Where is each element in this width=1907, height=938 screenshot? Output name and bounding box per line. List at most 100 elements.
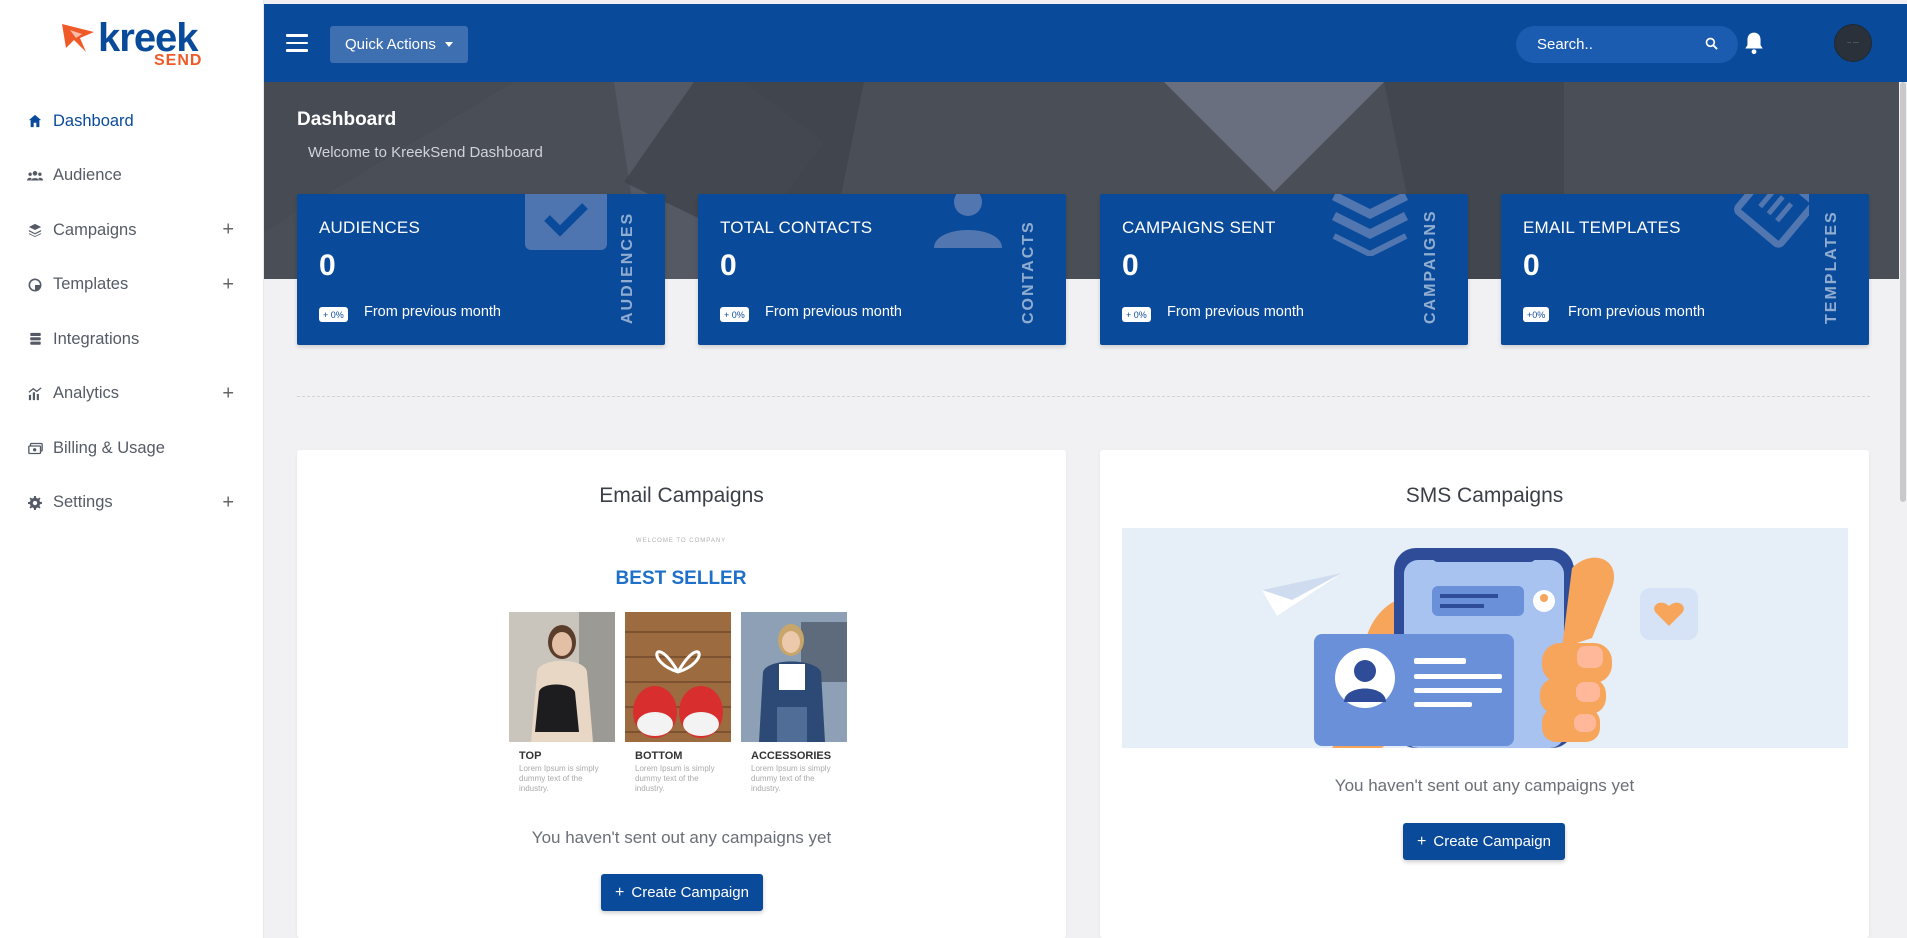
panel-title: Email Campaigns <box>599 484 764 507</box>
product-description: Lorem Ipsum is simply dummy text of the … <box>635 764 715 793</box>
caret-down-icon <box>444 42 453 47</box>
layers-icon <box>27 222 43 238</box>
search-placeholder: Search.. <box>1537 36 1593 53</box>
plus-icon: + <box>615 883 625 901</box>
menu-toggle-icon[interactable] <box>286 34 308 52</box>
quick-actions-dropdown[interactable]: Quick Actions <box>330 26 468 63</box>
stat-change-badge: + 0% <box>720 307 749 322</box>
checkmark-icon <box>525 194 607 250</box>
stat-title: TOTAL CONTACTS <box>720 218 873 237</box>
stat-card-templates[interactable]: EMAIL TEMPLATES 0 +0% From previous mont… <box>1501 194 1869 345</box>
product-label: ACCESSORIES <box>751 750 832 762</box>
sidebar-item-label: Dashboard <box>53 111 134 130</box>
email-campaigns-panel: Email Campaigns WELCOME TO COMPANY BEST … <box>297 450 1066 938</box>
product-image-bottom <box>625 612 731 742</box>
users-icon <box>27 168 43 184</box>
promo-headline: BEST SELLER <box>615 568 747 589</box>
stat-vertical-label: CONTACTS <box>1020 220 1037 324</box>
sidebar-item-integrations[interactable]: Integrations <box>0 312 264 367</box>
create-sms-campaign-button[interactable]: + Create Campaign <box>1403 823 1565 860</box>
page-scrollbar[interactable] <box>1899 82 1907 938</box>
sms-illustration <box>1122 528 1848 748</box>
empty-state-text: You haven't sent out any campaigns yet <box>531 828 832 847</box>
notification-bell-icon[interactable] <box>1743 31 1765 55</box>
stat-card-audiences[interactable]: AUDIENCES 0 + 0% From previous month AUD… <box>297 194 665 345</box>
product-description: Lorem Ipsum is simply dummy text of the … <box>519 764 599 793</box>
sidebar-item-label: Audience <box>53 166 122 185</box>
stat-title: CAMPAIGNS SENT <box>1122 218 1276 237</box>
expand-icon[interactable]: + <box>222 382 234 405</box>
sidebar-item-settings[interactable]: Settings + <box>0 476 264 531</box>
product-description: Lorem Ipsum is simply dummy text of the … <box>751 764 831 793</box>
search-input[interactable]: Search.. <box>1516 26 1738 63</box>
layers-stack-icon <box>1331 194 1409 256</box>
scrollbar-thumb[interactable] <box>1900 82 1906 502</box>
page-subtitle: Welcome to KreekSend Dashboard <box>308 144 543 161</box>
user-avatar[interactable]: -- --- <box>1834 24 1872 62</box>
expand-icon[interactable]: + <box>222 219 234 242</box>
money-icon <box>27 440 43 456</box>
stat-footnote: From previous month <box>364 304 501 320</box>
sidebar-item-analytics[interactable]: Analytics + <box>0 367 264 422</box>
stat-change-badge: + 0% <box>319 307 348 322</box>
promo-welcome: WELCOME TO COMPANY <box>635 538 727 544</box>
stat-card-campaigns[interactable]: CAMPAIGNS SENT 0 + 0% From previous mont… <box>1100 194 1468 345</box>
panel-title: SMS Campaigns <box>1405 484 1564 507</box>
email-template-preview: WELCOME TO COMPANY BEST SELLER TOP BOTTO… <box>499 532 863 807</box>
sidebar-item-campaigns[interactable]: Campaigns + <box>0 203 264 258</box>
search-icon[interactable] <box>1705 37 1718 50</box>
section-divider <box>297 396 1870 397</box>
sidebar-item-label: Settings <box>53 493 113 512</box>
home-icon <box>27 113 43 129</box>
sidebar-item-billing[interactable]: Billing & Usage <box>0 421 264 476</box>
button-label: Create Campaign <box>631 884 749 901</box>
brand-sub: SEND <box>154 52 203 69</box>
expand-icon[interactable]: + <box>222 273 234 296</box>
sidebar-item-label: Billing & Usage <box>53 438 165 457</box>
chart-icon <box>27 386 43 402</box>
stat-value: 0 <box>1523 249 1540 282</box>
avatar-text: -- --- <box>1847 40 1859 46</box>
stat-footnote: From previous month <box>1568 304 1705 320</box>
stat-card-contacts[interactable]: TOTAL CONTACTS 0 + 0% From previous mont… <box>698 194 1066 345</box>
sidebar-item-label: Campaigns <box>53 220 137 239</box>
stat-value: 0 <box>720 249 737 282</box>
sidebar-item-label: Analytics <box>53 384 120 403</box>
expand-icon[interactable]: + <box>222 491 234 514</box>
product-image-top <box>509 612 615 742</box>
person-icon <box>934 194 1002 248</box>
product-image-accessories <box>741 612 847 742</box>
gear-icon <box>27 495 43 511</box>
sidebar-item-audience[interactable]: Audience <box>0 149 264 204</box>
sidebar-item-label: Templates <box>53 275 129 294</box>
stat-value: 0 <box>319 249 336 282</box>
palette-icon <box>27 277 43 293</box>
stack-icon <box>27 331 43 347</box>
brand-logo[interactable]: kreek SEND <box>60 16 210 74</box>
stat-footnote: From previous month <box>765 304 902 320</box>
page-title: Dashboard <box>297 109 397 130</box>
button-label: Create Campaign <box>1433 833 1551 850</box>
stat-title: AUDIENCES <box>319 218 420 237</box>
stat-vertical-label: AUDIENCES <box>619 211 636 324</box>
product-label: TOP <box>519 750 542 762</box>
plus-icon: + <box>1417 832 1427 850</box>
stat-footnote: From previous month <box>1167 304 1304 320</box>
kreek-logo-mark-icon <box>62 24 94 52</box>
stat-title: EMAIL TEMPLATES <box>1523 218 1681 237</box>
stat-value: 0 <box>1122 249 1139 282</box>
stat-change-badge: + 0% <box>1122 307 1151 322</box>
stat-vertical-label: CAMPAIGNS <box>1422 209 1439 324</box>
sidebar-item-label: Integrations <box>53 329 140 348</box>
sidebar-item-templates[interactable]: Templates + <box>0 258 264 313</box>
top-bar: Quick Actions Search.. -- --- <box>264 4 1907 82</box>
sms-campaigns-panel: SMS Campaigns You haven't sent out any c… <box>1100 450 1869 938</box>
sidebar: kreek SEND Dashboard Audience Campaigns … <box>0 0 264 938</box>
sidebar-item-dashboard[interactable]: Dashboard <box>0 94 264 149</box>
empty-state-text: You haven't sent out any campaigns yet <box>1334 776 1635 795</box>
product-label: BOTTOM <box>635 750 683 762</box>
template-icon <box>1734 194 1809 248</box>
sidebar-nav: Dashboard Audience Campaigns + Templates… <box>0 94 264 530</box>
create-email-campaign-button[interactable]: + Create Campaign <box>601 874 763 911</box>
stat-change-badge: +0% <box>1523 307 1550 322</box>
